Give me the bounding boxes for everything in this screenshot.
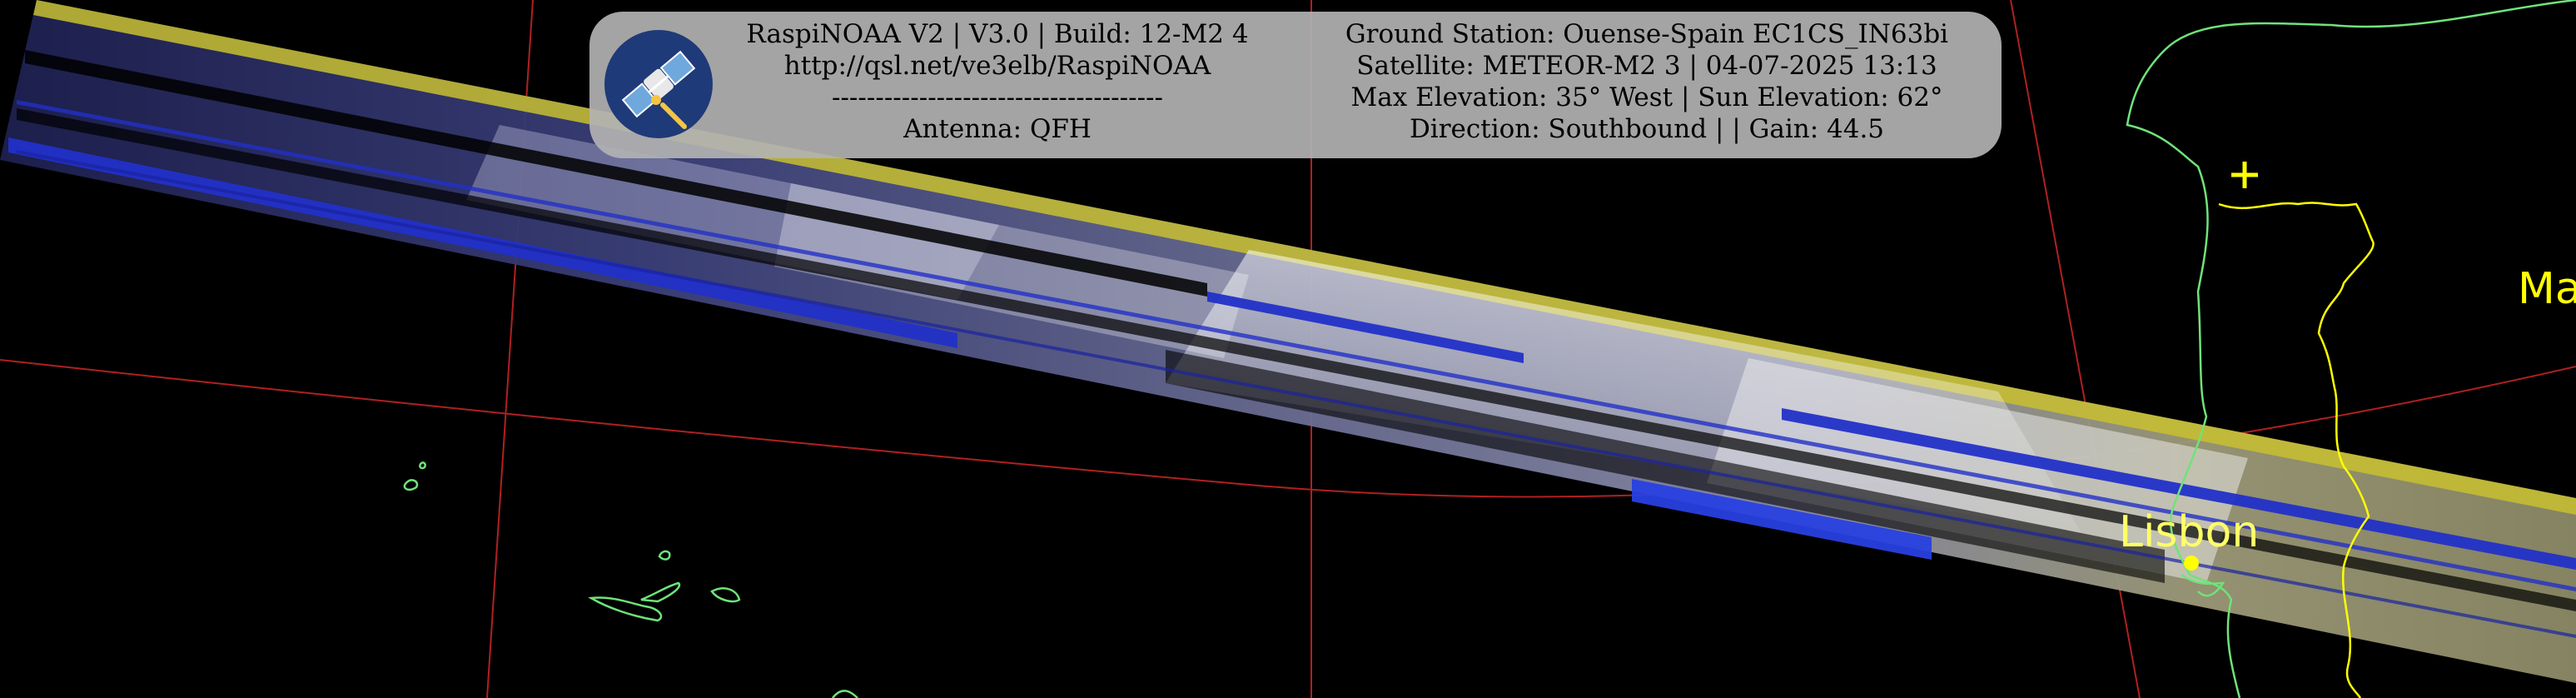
antenna-info: Antenna: QFH [903,114,1092,144]
city-dot-icon [2184,556,2199,571]
pass-details: Ground Station: Ouense-Spain EC1CS_IN63b… [1322,18,1972,145]
satellite-icon [604,30,713,138]
elevation-info: Max Elevation: 35° West | Sun Elevation:… [1350,82,1943,112]
city-label-lisbon: Lisbon [2119,507,2259,557]
project-url: http://qsl.net/ve3elb/RaspiNOAA [783,51,1211,81]
separator-line: -------------------------------------- [831,82,1164,112]
direction-gain: Direction: Southbound | | Gain: 44.5 [1409,114,1885,144]
plus-marker-icon [2231,162,2258,188]
software-version: RaspiNOAA V2 | V3.0 | Build: 12-M2 4 [746,19,1249,49]
software-info: RaspiNOAA V2 | V3.0 | Build: 12-M2 4 htt… [731,18,1264,145]
satellite-datetime: Satellite: METEOR-M2 3 | 04-07-2025 13:1… [1356,51,1937,81]
pass-info-panel: RaspiNOAA V2 | V3.0 | Build: 12-M2 4 htt… [589,12,2002,158]
ground-station: Ground Station: Ouense-Spain EC1CS_IN63b… [1345,19,1949,49]
satellite-map-view: Lisbon Ma RaspiNOAA V2 | V3.0 | Build: 1… [0,0,2576,698]
partial-place-label: Ma [2518,264,2576,314]
